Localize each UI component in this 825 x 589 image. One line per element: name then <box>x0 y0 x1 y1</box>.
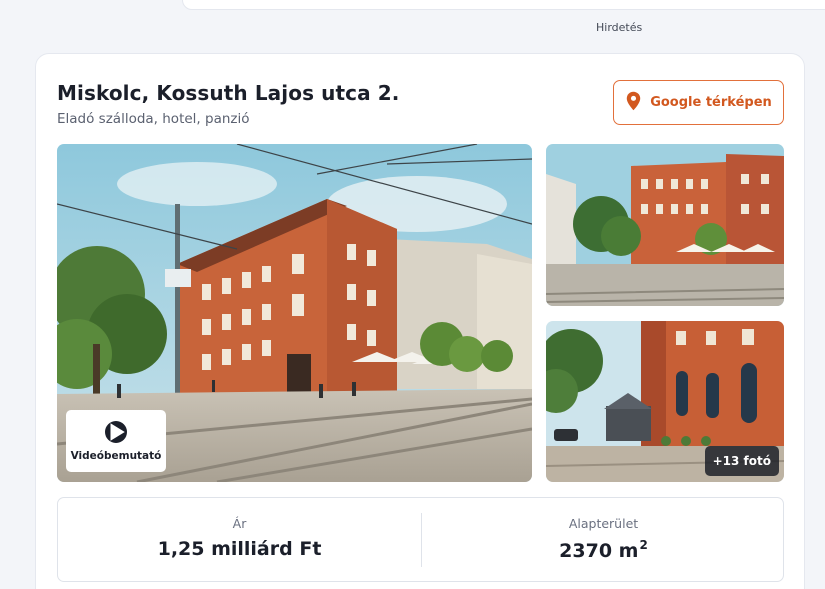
price-label: Ár <box>232 516 247 531</box>
area-value: 2370 m <box>559 540 639 562</box>
key-facts-box: Ár 1,25 milliárd Ft Alapterület 2370 m2 <box>57 497 784 582</box>
video-tour-button[interactable]: Videóbemutató <box>66 410 166 472</box>
video-tour-label: Videóbemutató <box>70 449 162 462</box>
side-photo-1-image <box>546 144 784 306</box>
top-search-strip <box>182 0 825 10</box>
area-stat: Alapterület 2370 m2 <box>422 498 785 581</box>
side-photo-1[interactable] <box>546 144 784 306</box>
ad-label: Hirdetés <box>596 21 643 34</box>
area-value-wrap: 2370 m2 <box>559 538 648 562</box>
play-icon <box>105 420 127 443</box>
main-photo[interactable]: Videóbemutató <box>57 144 532 482</box>
listing-title: Miskolc, Kossuth Lajos utca 2. <box>57 81 400 105</box>
map-pin-icon <box>625 91 642 115</box>
more-photos-button[interactable]: +13 fotó <box>704 446 779 476</box>
listing-subtitle: Eladó szálloda, hotel, panzió <box>57 111 250 127</box>
side-photo-2[interactable]: +13 fotó <box>546 321 784 482</box>
google-map-button-label: Google térképen <box>650 95 772 110</box>
area-unit-exponent: 2 <box>639 538 648 552</box>
listing-card: Miskolc, Kossuth Lajos utca 2. Eladó szá… <box>35 53 805 589</box>
area-label: Alapterület <box>568 516 639 531</box>
google-map-button[interactable]: Google térképen <box>613 80 784 125</box>
price-stat: Ár 1,25 milliárd Ft <box>58 498 421 581</box>
price-value: 1,25 milliárd Ft <box>157 538 322 560</box>
